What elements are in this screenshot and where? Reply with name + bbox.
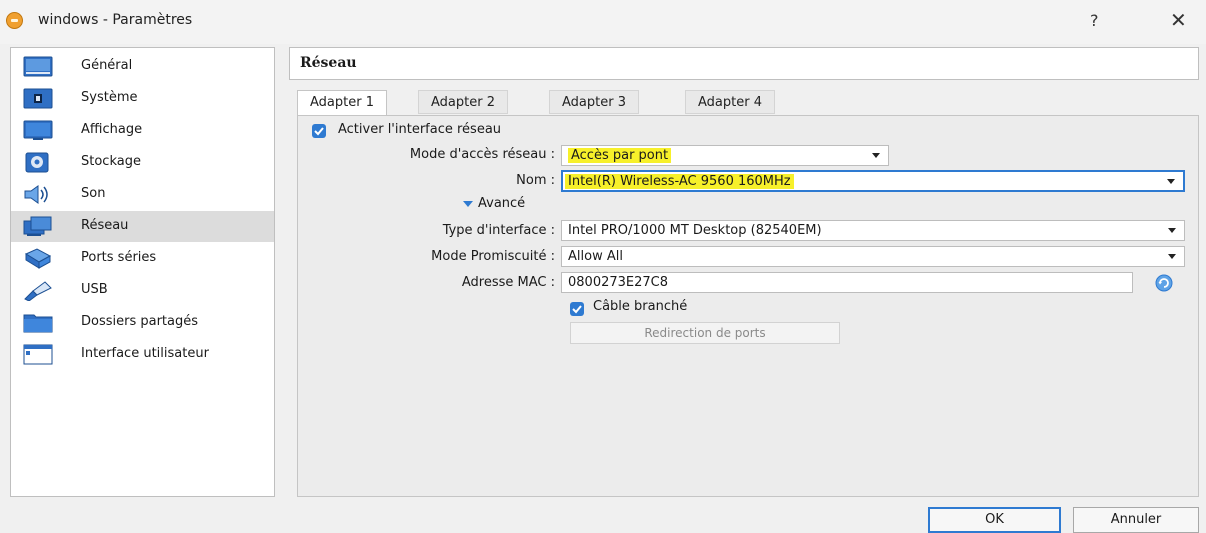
- sidebar-item-label: USB: [81, 282, 108, 297]
- monitor-icon: [23, 120, 53, 141]
- sidebar-item-serial-ports[interactable]: Ports séries: [11, 243, 274, 274]
- advanced-toggle[interactable]: Avancé: [478, 196, 525, 211]
- serial-port-icon: [23, 248, 53, 269]
- sidebar-item-user-interface[interactable]: Interface utilisateur: [11, 339, 274, 370]
- promiscuous-mode-label: Mode Promiscuité :: [431, 249, 555, 264]
- sidebar-item-system[interactable]: Système: [11, 83, 274, 114]
- promiscuous-mode-select[interactable]: Allow All: [561, 246, 1185, 267]
- window-title: windows - Paramètres: [38, 12, 193, 28]
- sidebar-item-label: Système: [81, 90, 138, 105]
- tab-adapter-2[interactable]: Adapter 2: [418, 90, 508, 114]
- sidebar-item-label: Son: [81, 186, 106, 201]
- settings-sidebar: Général Système Affichage Stockage Son R…: [10, 47, 275, 497]
- page-header: Réseau: [289, 47, 1199, 80]
- sidebar-item-label: Affichage: [81, 122, 143, 137]
- usb-icon: [23, 280, 53, 302]
- cable-connected-checkbox[interactable]: [570, 302, 584, 316]
- chevron-down-icon: [872, 153, 880, 158]
- help-button[interactable]: ?: [1090, 11, 1099, 30]
- sidebar-item-display[interactable]: Affichage: [11, 115, 274, 146]
- sidebar-item-network[interactable]: Réseau: [11, 211, 274, 242]
- chevron-down-icon: [1167, 179, 1175, 184]
- cancel-button[interactable]: Annuler: [1073, 507, 1199, 533]
- chevron-down-icon: [1168, 254, 1176, 259]
- general-icon: [23, 56, 53, 77]
- promiscuous-mode-value: Allow All: [568, 249, 623, 264]
- attached-to-value: Accès par pont: [568, 148, 672, 163]
- sidebar-item-label: Réseau: [81, 218, 129, 233]
- expand-advanced-icon[interactable]: [463, 201, 473, 207]
- attached-to-label: Mode d'accès réseau :: [409, 147, 555, 162]
- refresh-mac-icon[interactable]: [1155, 274, 1173, 292]
- sidebar-item-storage[interactable]: Stockage: [11, 147, 274, 178]
- adapter-name-select[interactable]: Intel(R) Wireless-AC 9560 160MHz: [561, 170, 1185, 192]
- adapter-type-label: Type d'interface :: [442, 223, 555, 238]
- ok-button[interactable]: OK: [928, 507, 1061, 533]
- tab-adapter-1[interactable]: Adapter 1: [297, 90, 387, 116]
- adapter-type-value: Intel PRO/1000 MT Desktop (82540EM): [568, 223, 822, 238]
- sidebar-item-sound[interactable]: Son: [11, 179, 274, 210]
- page-title: Réseau: [300, 55, 357, 71]
- chevron-down-icon: [1168, 228, 1176, 233]
- speaker-icon: [23, 184, 53, 205]
- sidebar-item-label: Général: [81, 58, 133, 73]
- network-icon: [23, 216, 53, 237]
- attached-to-select[interactable]: Accès par pont: [561, 145, 889, 166]
- chip-icon: [23, 88, 53, 109]
- tab-adapter-4[interactable]: Adapter 4: [685, 90, 775, 114]
- ui-window-icon: [23, 344, 53, 365]
- virtualbox-app-icon: [6, 12, 23, 29]
- tab-adapter-3[interactable]: Adapter 3: [549, 90, 639, 114]
- mac-address-label: Adresse MAC :: [461, 275, 555, 290]
- enable-adapter-checkbox[interactable]: [312, 124, 326, 138]
- adapter-name-label: Nom :: [516, 173, 555, 188]
- close-button[interactable]: ✕: [1170, 8, 1187, 32]
- mac-address-field[interactable]: 0800273E27C8: [561, 272, 1133, 293]
- adapter-name-value: Intel(R) Wireless-AC 9560 160MHz: [565, 174, 794, 189]
- title-bar: windows - Paramètres ? ✕: [0, 0, 1206, 44]
- port-forwarding-button[interactable]: Redirection de ports: [570, 322, 840, 344]
- sidebar-item-label: Ports séries: [81, 250, 157, 265]
- sidebar-item-label: Interface utilisateur: [81, 346, 209, 361]
- sidebar-item-general[interactable]: Général: [11, 51, 274, 82]
- cable-connected-label: Câble branché: [593, 299, 688, 314]
- enable-adapter-label: Activer l'interface réseau: [338, 122, 502, 137]
- adapter-type-select[interactable]: Intel PRO/1000 MT Desktop (82540EM): [561, 220, 1185, 241]
- sidebar-item-shared-folders[interactable]: Dossiers partagés: [11, 307, 274, 338]
- sidebar-item-label: Dossiers partagés: [81, 314, 199, 329]
- folder-icon: [23, 312, 53, 333]
- sidebar-item-usb[interactable]: USB: [11, 275, 274, 306]
- network-settings-panel: Réseau Adapter 1 Adapter 2 Adapter 3 Ada…: [289, 47, 1199, 497]
- sidebar-item-label: Stockage: [81, 154, 141, 169]
- disk-icon: [23, 152, 53, 173]
- adapter-1-page: Activer l'interface réseau Mode d'accès …: [297, 115, 1199, 497]
- mac-address-value: 0800273E27C8: [568, 275, 669, 290]
